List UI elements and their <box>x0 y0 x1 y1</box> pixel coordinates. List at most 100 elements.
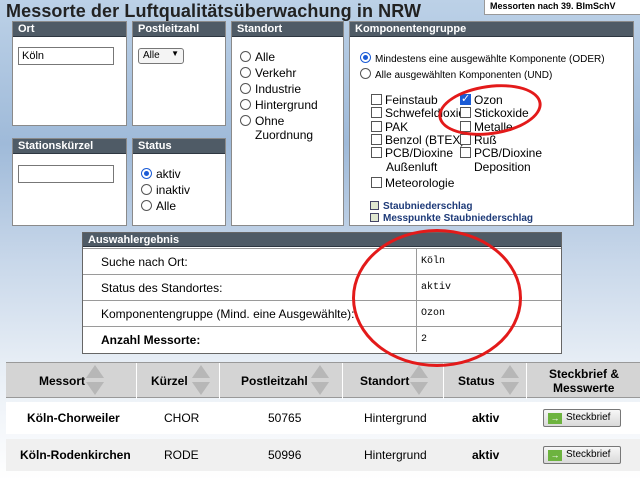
komp-stickoxide[interactable]: Stickoxide <box>460 107 529 120</box>
result-value: 2 <box>421 334 428 345</box>
checkbox-icon[interactable] <box>460 121 471 132</box>
sort-icon[interactable] <box>192 365 210 397</box>
standort-option-ohne-zuordnung[interactable]: Ohne <box>240 114 284 128</box>
plz-panel: Postleitzahl Alle ▼ <box>132 21 226 126</box>
result-value: Ozon <box>421 308 446 319</box>
result-heading: Auswahlergebnis <box>83 233 561 247</box>
radio-icon[interactable] <box>240 51 251 62</box>
cell-kuerzel: RODE <box>164 448 199 462</box>
standort-option-alle[interactable]: Alle <box>240 50 275 64</box>
map-icon <box>370 213 379 222</box>
ort-input[interactable] <box>18 47 114 65</box>
regulation-tab[interactable]: Messorten nach 39. BImSchV <box>484 0 640 15</box>
cell-messort[interactable]: Köln-Rodenkirchen <box>20 448 131 462</box>
plz-heading: Postleitzahl <box>133 22 225 37</box>
steckbrief-button[interactable]: → Steckbrief <box>543 409 621 427</box>
cell-messort[interactable]: Köln-Chorweiler <box>27 411 120 425</box>
komponenten-heading: Komponentengruppe <box>350 22 633 37</box>
checkbox-icon[interactable] <box>371 177 382 188</box>
link-staubniederschlag[interactable]: Staubniederschlag <box>370 201 472 212</box>
column-status[interactable]: Status <box>445 363 527 399</box>
komp-pcb-aussenluft-label: Außenluft <box>386 160 438 174</box>
cell-plz: 50996 <box>268 448 302 462</box>
column-kuerzel[interactable]: Kürzel <box>138 363 220 399</box>
column-postleitzahl[interactable]: Postleitzahl <box>221 363 343 399</box>
standort-option-verkehr[interactable]: Verkehr <box>240 66 296 80</box>
result-row: Suche nach Ort: Köln <box>83 248 561 274</box>
cell-standort: Hintergrund <box>364 411 427 425</box>
radio-icon[interactable] <box>360 52 371 63</box>
column-standort[interactable]: Standort <box>344 363 444 399</box>
radio-icon[interactable] <box>240 99 251 110</box>
komp-meteorologie[interactable]: Meteorologie <box>371 177 454 190</box>
result-row: Status des Standortes: aktiv <box>83 274 561 300</box>
table-row: Köln-Chorweiler CHOR 50765 Hintergrund a… <box>6 402 640 434</box>
result-row: Anzahl Messorte: 2 <box>83 326 561 352</box>
result-panel: Auswahlergebnis Suche nach Ort: Köln Sta… <box>82 232 562 354</box>
result-label: Anzahl Messorte: <box>83 327 417 352</box>
sort-icon[interactable] <box>501 365 519 397</box>
checkbox-icon[interactable] <box>371 134 382 145</box>
ort-panel: Ort <box>12 21 127 126</box>
standort-option-ohne-zuordnung-label: Zuordnung <box>255 128 314 142</box>
map-icon <box>370 201 379 210</box>
page-title: Messorte der Luftqualitätsüberwachung in… <box>6 1 422 21</box>
komp-schwefeldioxid[interactable]: Schwefeldioxid <box>371 107 462 120</box>
cell-standort: Hintergrund <box>364 448 427 462</box>
checkbox-icon[interactable] <box>371 121 382 132</box>
radio-icon[interactable] <box>240 83 251 94</box>
radio-icon[interactable] <box>141 168 152 179</box>
radio-icon[interactable] <box>360 68 371 79</box>
result-value: Köln <box>421 256 446 267</box>
mode-any-option[interactable]: Mindestens eine ausgewählte Komponente (… <box>360 52 605 67</box>
cell-plz: 50765 <box>268 411 302 425</box>
komp-pcb-deposition-label: Deposition <box>474 160 531 174</box>
status-panel: Status aktiv inaktiv Alle <box>132 138 226 226</box>
result-value: aktiv <box>421 282 452 293</box>
standort-option-industrie[interactable]: Industrie <box>240 82 301 96</box>
steckbrief-button[interactable]: → Steckbrief <box>543 446 621 464</box>
standort-option-hintergrund[interactable]: Hintergrund <box>240 98 318 112</box>
sort-icon[interactable] <box>311 365 329 397</box>
status-option-inaktiv[interactable]: inaktiv <box>141 183 190 197</box>
status-option-aktiv[interactable]: aktiv <box>141 167 181 181</box>
komp-pcb-aussenluft[interactable]: PCB/Dioxine <box>371 147 453 160</box>
standort-panel: Standort Alle Verkehr Industrie Hintergr… <box>231 21 344 226</box>
mode-all-option[interactable]: Alle ausgewählten Komponenten (UND) <box>360 68 552 83</box>
sort-icon[interactable] <box>410 365 428 397</box>
checkbox-icon[interactable] <box>460 107 471 118</box>
status-option-alle[interactable]: Alle <box>141 199 176 213</box>
checkbox-icon[interactable] <box>460 134 471 145</box>
status-heading: Status <box>133 139 225 154</box>
link-messpunkte-staubniederschlag[interactable]: Messpunkte Staubniederschlag <box>370 213 533 224</box>
checkbox-icon[interactable] <box>460 147 471 158</box>
table-row: Köln-Rodenkirchen RODE 50996 Hintergrund… <box>6 439 640 471</box>
results-table-header: Messort Kürzel Postleitzahl Standort Sta… <box>6 362 640 399</box>
kuerzel-panel: Stationskürzel <box>12 138 127 226</box>
radio-icon[interactable] <box>141 184 152 195</box>
ort-heading: Ort <box>13 22 126 37</box>
checkbox-checked-icon[interactable] <box>460 93 471 106</box>
cell-status: aktiv <box>472 411 500 425</box>
cell-kuerzel: CHOR <box>164 411 200 425</box>
plz-select[interactable]: Alle ▼ <box>138 48 184 64</box>
komponenten-panel: Komponentengruppe Mindestens eine ausgew… <box>349 21 634 226</box>
kuerzel-heading: Stationskürzel <box>13 139 126 154</box>
checkbox-icon[interactable] <box>371 107 382 118</box>
column-messort[interactable]: Messort <box>6 363 137 399</box>
sort-icon[interactable] <box>86 365 104 397</box>
komp-pcb-deposition[interactable]: PCB/Dioxine <box>460 147 542 160</box>
plz-select-value: Alle <box>143 50 160 61</box>
radio-icon[interactable] <box>240 67 251 78</box>
column-steckbrief: Steckbrief & Messwerte <box>549 367 620 395</box>
radio-icon[interactable] <box>141 200 152 211</box>
checkbox-icon[interactable] <box>371 147 382 158</box>
radio-icon[interactable] <box>240 115 251 126</box>
kuerzel-input[interactable] <box>18 165 114 183</box>
result-label: Suche nach Ort: <box>83 249 417 274</box>
standort-heading: Standort <box>232 22 343 37</box>
komp-feinstaub[interactable]: Feinstaub <box>371 94 438 107</box>
checkbox-icon[interactable] <box>371 94 382 105</box>
arrow-right-icon: → <box>548 413 562 424</box>
arrow-right-icon: → <box>548 450 562 461</box>
